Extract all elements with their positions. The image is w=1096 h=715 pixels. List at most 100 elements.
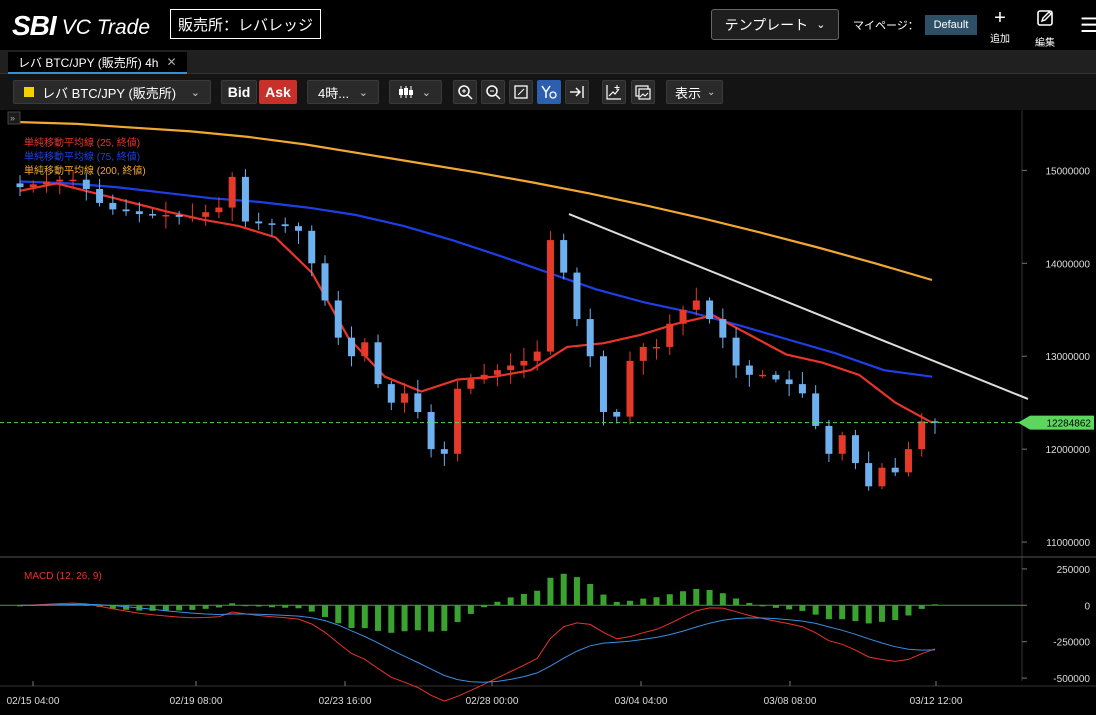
svg-text:»: »	[10, 113, 15, 123]
chevron-down-icon: ⌄	[358, 86, 368, 99]
candle[interactable]	[573, 267, 581, 327]
macd-bar	[759, 605, 766, 607]
add-button[interactable]: + 追加	[985, 8, 1015, 45]
macd-bar	[414, 605, 421, 631]
legend-sma25[interactable]: 単純移動平均線 (25, 終値)	[24, 136, 140, 149]
legend-sma200[interactable]: 単純移動平均線 (200, 終値)	[24, 164, 146, 177]
time-tick-label: 03/08 08:00	[764, 696, 817, 707]
tab-bar: レバ BTC/JPY (販売所) 4h ✕	[0, 50, 1096, 74]
time-tick-label: 02/15 04:00	[7, 696, 60, 707]
edit-button[interactable]: 編集	[1030, 8, 1060, 49]
macd-bar	[361, 605, 368, 629]
macd-bar	[640, 598, 647, 606]
candle[interactable]	[626, 351, 634, 425]
macd-bar	[653, 597, 660, 606]
macd-bar	[123, 605, 130, 610]
screenshot-icon[interactable]	[631, 80, 655, 104]
interval-select[interactable]: 4時... ⌄	[307, 80, 379, 104]
macd-bar	[295, 605, 302, 609]
macd-bar	[918, 605, 925, 609]
time-tick-label: 02/28 00:00	[466, 696, 519, 707]
symbol-select[interactable]: レバ BTC/JPY (販売所) ⌄	[13, 80, 211, 104]
macd-bar	[441, 605, 448, 631]
time-tick-label: 03/12 12:00	[910, 696, 963, 707]
macd-bar	[733, 598, 740, 606]
candle[interactable]	[454, 380, 462, 462]
logo[interactable]: SBI VC Trade	[12, 10, 150, 42]
macd-bar	[772, 605, 779, 608]
legend-macd[interactable]: MACD (12, 26, 9)	[24, 571, 102, 582]
symbol-color-swatch	[24, 87, 34, 97]
close-icon[interactable]: ✕	[166, 55, 176, 69]
macd-bar	[242, 605, 249, 607]
logo-sbi: SBI	[12, 10, 57, 41]
tab-chart[interactable]: レバ BTC/JPY (販売所) 4h ✕	[8, 52, 187, 74]
double-chevron-icon: ⌄	[707, 86, 716, 98]
macd-bar	[83, 604, 90, 606]
price-tick-label: 13000000	[1046, 352, 1091, 363]
auto-scale-icon[interactable]	[537, 80, 561, 104]
logo-vc-trade: VC Trade	[61, 16, 150, 39]
macd-bar	[534, 590, 541, 606]
candle[interactable]	[374, 334, 382, 388]
legend-sma75[interactable]: 単純移動平均線 (75, 終値)	[24, 150, 140, 163]
candle[interactable]	[241, 169, 249, 227]
macd-bar	[494, 601, 501, 606]
macd-bar	[335, 605, 342, 624]
add-indicator-icon[interactable]	[602, 80, 626, 104]
macd-bar	[467, 605, 474, 614]
fit-screen-icon[interactable]	[509, 80, 533, 104]
macd-bar	[255, 605, 262, 607]
candle[interactable]	[560, 233, 568, 280]
candle[interactable]	[546, 231, 554, 355]
macd-bar	[322, 605, 328, 617]
chevron-down-icon: ⌄	[190, 86, 200, 99]
macd-bar	[666, 594, 673, 606]
macd-bar	[348, 605, 355, 628]
macd-bar	[825, 605, 832, 620]
macd-bar	[839, 605, 846, 620]
hamburger-menu-icon[interactable]: ☰	[1080, 13, 1096, 38]
macd-tick-label: 250000	[1057, 565, 1091, 576]
macd-bar	[202, 605, 209, 609]
price-tick-label: 14000000	[1046, 259, 1091, 270]
candlestick-chart[interactable]: 15000000 14000000 13000000 12000000 11000000…	[0, 110, 1096, 715]
tab-label: レバ BTC/JPY (販売所) 4h	[18, 55, 159, 70]
macd-bar	[627, 600, 633, 606]
macd-bar	[613, 601, 620, 606]
chart-type-select[interactable]: ⌄	[389, 80, 442, 104]
chevron-down-icon: ⌄	[816, 19, 826, 31]
macd-bar	[573, 577, 580, 606]
macd-bar	[932, 604, 938, 606]
macd-bar	[587, 583, 594, 606]
macd-bar	[507, 597, 514, 606]
macd-bar	[308, 605, 315, 612]
macd-bar	[282, 605, 289, 608]
price-tick-label: 15000000	[1046, 166, 1091, 177]
collapse-legend-icon[interactable]: »	[7, 111, 21, 125]
plus-icon: +	[994, 7, 1006, 29]
zoom-in-icon[interactable]	[453, 80, 477, 104]
time-tick-label: 03/04 04:00	[615, 696, 668, 707]
edit-icon	[1030, 8, 1060, 32]
display-menu[interactable]: 表示 ⌄	[666, 80, 723, 104]
add-label: 追加	[990, 34, 1010, 45]
ask-button[interactable]: Ask	[259, 80, 297, 104]
macd-tick-label: 0	[1084, 601, 1090, 612]
macd-bar	[892, 605, 899, 621]
bid-button[interactable]: Bid	[221, 80, 257, 104]
symbol-label: レバ BTC/JPY (販売所)	[42, 85, 177, 101]
template-label: テンプレート	[724, 16, 809, 33]
default-badge[interactable]: Default	[925, 15, 977, 35]
scroll-to-latest-icon[interactable]	[565, 80, 589, 104]
zoom-out-icon[interactable]	[481, 80, 505, 104]
macd-bar	[162, 605, 169, 611]
chart-area[interactable]: 15000000 14000000 13000000 12000000 11000000…	[0, 110, 1096, 715]
template-button[interactable]: テンプレート ⌄	[711, 9, 839, 40]
svg-text:12284862: 12284862	[1047, 419, 1092, 430]
price-tick-label: 11000000	[1046, 538, 1090, 549]
macd-tick-label: -250000	[1053, 638, 1090, 649]
price-tick-label: 12000000	[1046, 445, 1091, 456]
exchange-label: 販売所：レバレッジ	[170, 9, 321, 39]
macd-bar	[746, 602, 753, 606]
